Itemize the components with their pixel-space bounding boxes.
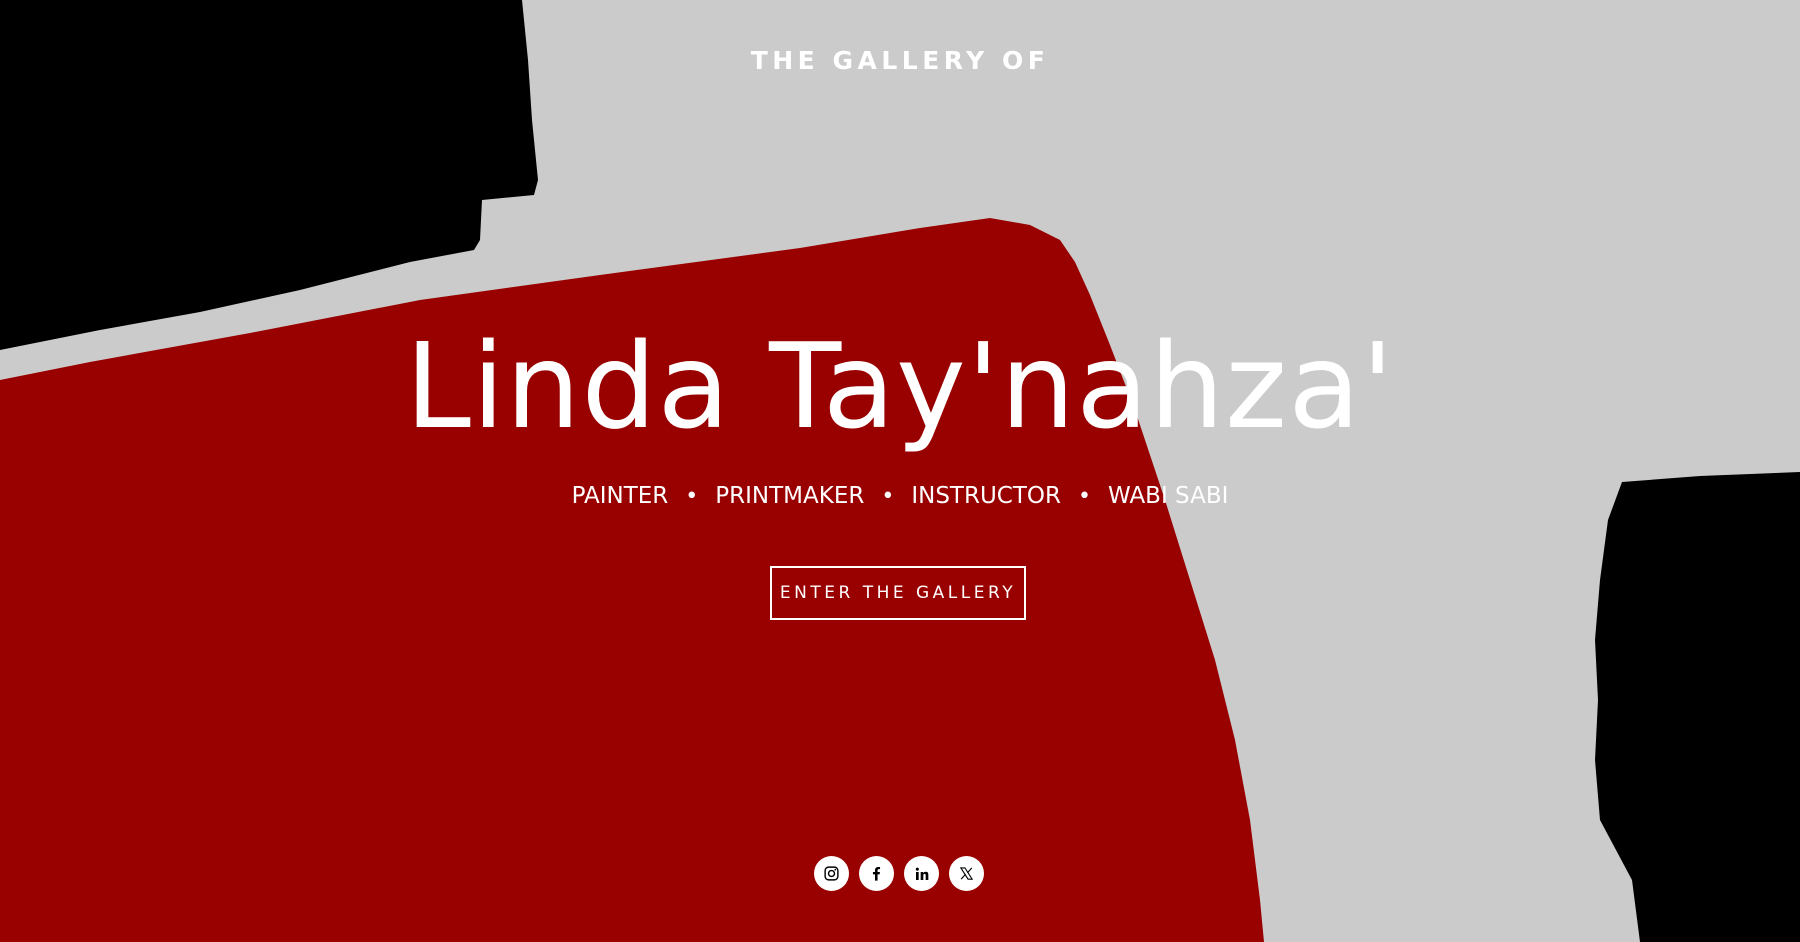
artist-name-title: Linda Tay'nahza' [405,317,1395,455]
x-link[interactable] [949,856,984,891]
x-icon [959,867,974,880]
instagram-link[interactable] [814,856,849,891]
role-printmaker: PRINTMAKER [715,483,865,509]
facebook-icon [872,866,881,881]
role-wabi-sabi: WABI SABI [1107,483,1229,509]
social-links-bar [814,856,984,891]
role-instructor: INSTRUCTOR [911,483,1061,509]
enter-gallery-button[interactable]: ENTER THE GALLERY [770,566,1026,620]
linkedin-link[interactable] [904,856,939,891]
instagram-icon [824,866,839,881]
abstract-painting-background [0,0,1800,942]
gallery-eyebrow: THE GALLERY OF [750,46,1050,75]
role-painter: PAINTER [571,483,669,509]
role-separator: • [1077,484,1091,509]
artist-roles: PAINTER • PRINTMAKER • INSTRUCTOR • WABI SABI [0,483,1800,509]
role-separator: • [881,484,895,509]
role-separator: • [685,484,699,509]
facebook-link[interactable] [859,856,894,891]
linkedin-icon [915,867,928,880]
landing-page: THE GALLERY OF Linda Tay'nahza' PAINTER •… [0,0,1800,942]
